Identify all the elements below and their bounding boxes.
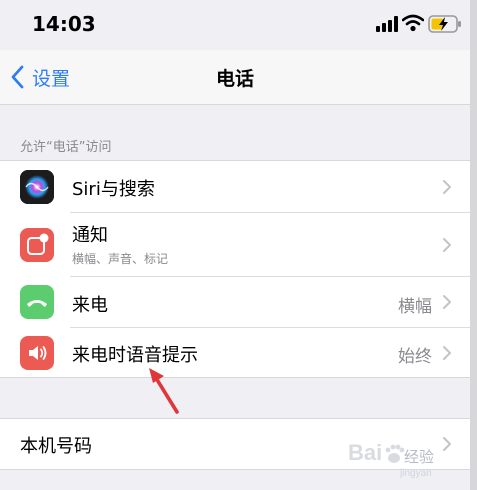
watermark-text: 经验 <box>404 448 435 466</box>
status-time: 14:03 <box>32 12 96 36</box>
svg-text:Bai: Bai <box>348 440 382 465</box>
row-title: 来电时语音提示 <box>72 345 198 366</box>
announce-calls-row[interactable]: 来电时语音提示 始终 <box>0 328 470 377</box>
svg-text:jingyan: jingyan <box>399 468 432 478</box>
row-value: 横幅 <box>398 297 432 317</box>
watermark-logo-icon: Bai jingyan <box>348 440 432 478</box>
cellular-signal-icon <box>376 16 398 32</box>
row-title: 通知 <box>72 225 108 246</box>
row-title: 本机号码 <box>20 436 92 457</box>
row-title: 来电 <box>72 295 108 316</box>
chevron-right-icon <box>443 180 451 194</box>
chevron-right-icon <box>443 295 451 309</box>
incoming-calls-row[interactable]: 来电 横幅 <box>0 277 470 327</box>
siri-icon <box>20 170 54 204</box>
page-title: 电话 <box>215 68 254 90</box>
row-title: Siri与搜索 <box>72 179 155 200</box>
navigation-bar: 设置 电话 <box>0 50 470 105</box>
row-value: 始终 <box>398 347 432 367</box>
chevron-right-icon <box>443 346 451 360</box>
battery-charging-icon <box>428 15 461 33</box>
wifi-icon <box>402 14 424 32</box>
speaker-icon <box>20 336 54 370</box>
siri-search-row[interactable]: Siri与搜索 <box>0 161 470 212</box>
row-subtitle: 横幅、声音、标记 <box>72 252 169 266</box>
notifications-icon <box>20 228 54 262</box>
settings-group-access: Siri与搜索 通知 横幅、声音、标记 来电 横幅 来电时语音提示 始终 <box>0 160 470 378</box>
phone-handset-icon <box>20 285 54 319</box>
notifications-row[interactable]: 通知 横幅、声音、标记 <box>0 213 470 276</box>
annotation-arrow-icon <box>149 368 179 414</box>
edge-strip <box>470 0 477 490</box>
section-header: 允许“电话”访问 <box>20 140 112 155</box>
chevron-right-icon <box>443 238 451 252</box>
status-bar: 14:03 <box>0 0 470 50</box>
